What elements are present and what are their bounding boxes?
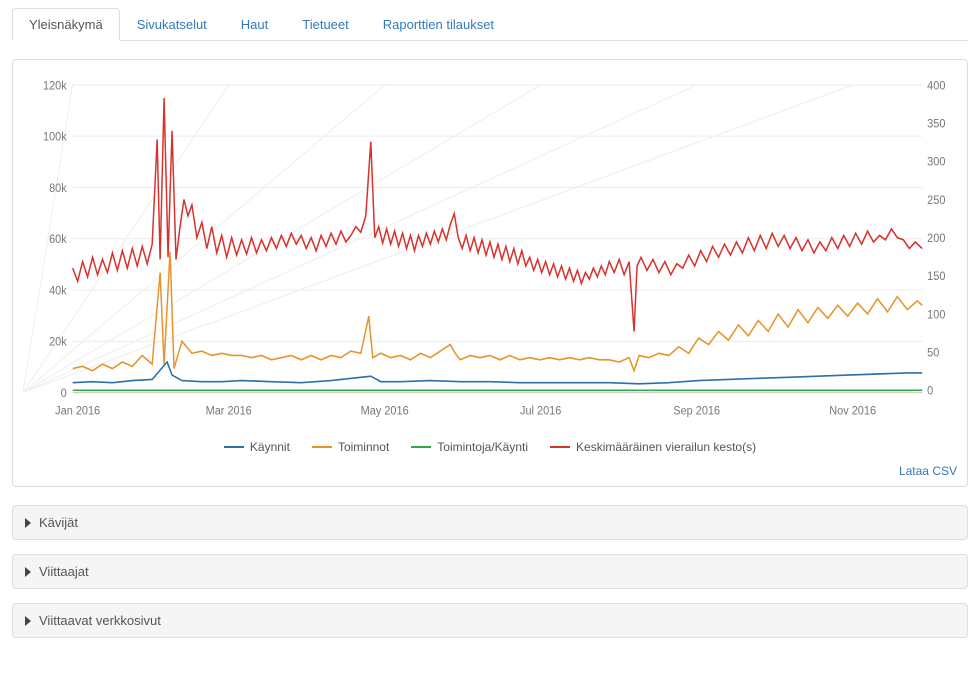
svg-text:50: 50 — [927, 347, 939, 360]
svg-text:250: 250 — [927, 194, 945, 207]
svg-text:Mar 2016: Mar 2016 — [206, 405, 252, 418]
accordion-viittaajat[interactable]: Viittaajat — [12, 554, 968, 589]
svg-text:Nov 2016: Nov 2016 — [829, 405, 876, 418]
legend-label: Toimintoja/Käynti — [437, 440, 528, 454]
svg-text:60k: 60k — [49, 234, 67, 247]
line-icon — [224, 446, 244, 448]
legend-keskimaarainen[interactable]: Keskimääräinen vierailun kesto(s) — [550, 440, 756, 454]
tab-yleisnakema[interactable]: Yleisnäkymä — [12, 8, 120, 41]
accordion-label: Kävijät — [39, 515, 78, 530]
series-kesto — [73, 98, 923, 331]
line-icon — [312, 446, 332, 448]
legend-label: Käynnit — [250, 440, 290, 454]
svg-text:400: 400 — [927, 80, 945, 93]
tab-tietueet[interactable]: Tietueet — [285, 8, 366, 40]
tab-raportit[interactable]: Raporttien tilaukset — [366, 8, 511, 40]
svg-text:150: 150 — [927, 271, 945, 284]
legend-kaynnit[interactable]: Käynnit — [224, 440, 290, 454]
accordion-kavijat[interactable]: Kävijät — [12, 505, 968, 540]
legend-toiminnot[interactable]: Toiminnot — [312, 440, 389, 454]
accordion-label: Viittaajat — [39, 564, 89, 579]
caret-right-icon — [25, 616, 31, 626]
svg-text:Jan 2016: Jan 2016 — [55, 405, 100, 418]
download-csv-link[interactable]: Lataa CSV — [899, 464, 957, 478]
caret-right-icon — [25, 567, 31, 577]
svg-text:May 2016: May 2016 — [361, 405, 409, 418]
chart-panel: 120k 100k 80k 60k 40k 20k 0 400 350 300 … — [12, 59, 968, 487]
svg-text:Jul 2016: Jul 2016 — [520, 405, 561, 418]
svg-text:200: 200 — [927, 233, 945, 246]
svg-text:100: 100 — [927, 309, 945, 322]
svg-text:100k: 100k — [43, 131, 67, 144]
svg-text:Sep 2016: Sep 2016 — [673, 405, 720, 418]
svg-text:0: 0 — [61, 387, 67, 400]
chart-legend: Käynnit Toiminnot Toimintoja/Käynti Kesk… — [23, 440, 957, 454]
legend-label: Keskimääräinen vierailun kesto(s) — [576, 440, 756, 454]
series-kaynnit — [73, 362, 923, 384]
chart-area: 120k 100k 80k 60k 40k 20k 0 400 350 300 … — [23, 74, 957, 434]
svg-text:120k: 120k — [43, 80, 67, 93]
accordion-list: Kävijät Viittaajat Viittaavat verkkosivu… — [12, 505, 968, 638]
tabs-bar: Yleisnäkymä Sivukatselut Haut Tietueet R… — [12, 8, 968, 41]
legend-toimintoja-kaynti[interactable]: Toimintoja/Käynti — [411, 440, 528, 454]
svg-text:0: 0 — [927, 385, 933, 398]
tab-sivukatselut[interactable]: Sivukatselut — [120, 8, 224, 40]
legend-label: Toiminnot — [338, 440, 389, 454]
accordion-viittaavat-verkkosivut[interactable]: Viittaavat verkkosivut — [12, 603, 968, 638]
svg-text:40k: 40k — [49, 285, 67, 298]
svg-text:350: 350 — [927, 118, 945, 131]
svg-text:80k: 80k — [49, 182, 67, 195]
csv-link-row: Lataa CSV — [23, 464, 957, 478]
svg-text:300: 300 — [927, 156, 945, 169]
caret-right-icon — [25, 518, 31, 528]
line-icon — [411, 446, 431, 448]
svg-text:20k: 20k — [49, 336, 67, 349]
accordion-label: Viittaavat verkkosivut — [39, 613, 161, 628]
tab-haut[interactable]: Haut — [224, 8, 285, 40]
line-icon — [550, 446, 570, 448]
